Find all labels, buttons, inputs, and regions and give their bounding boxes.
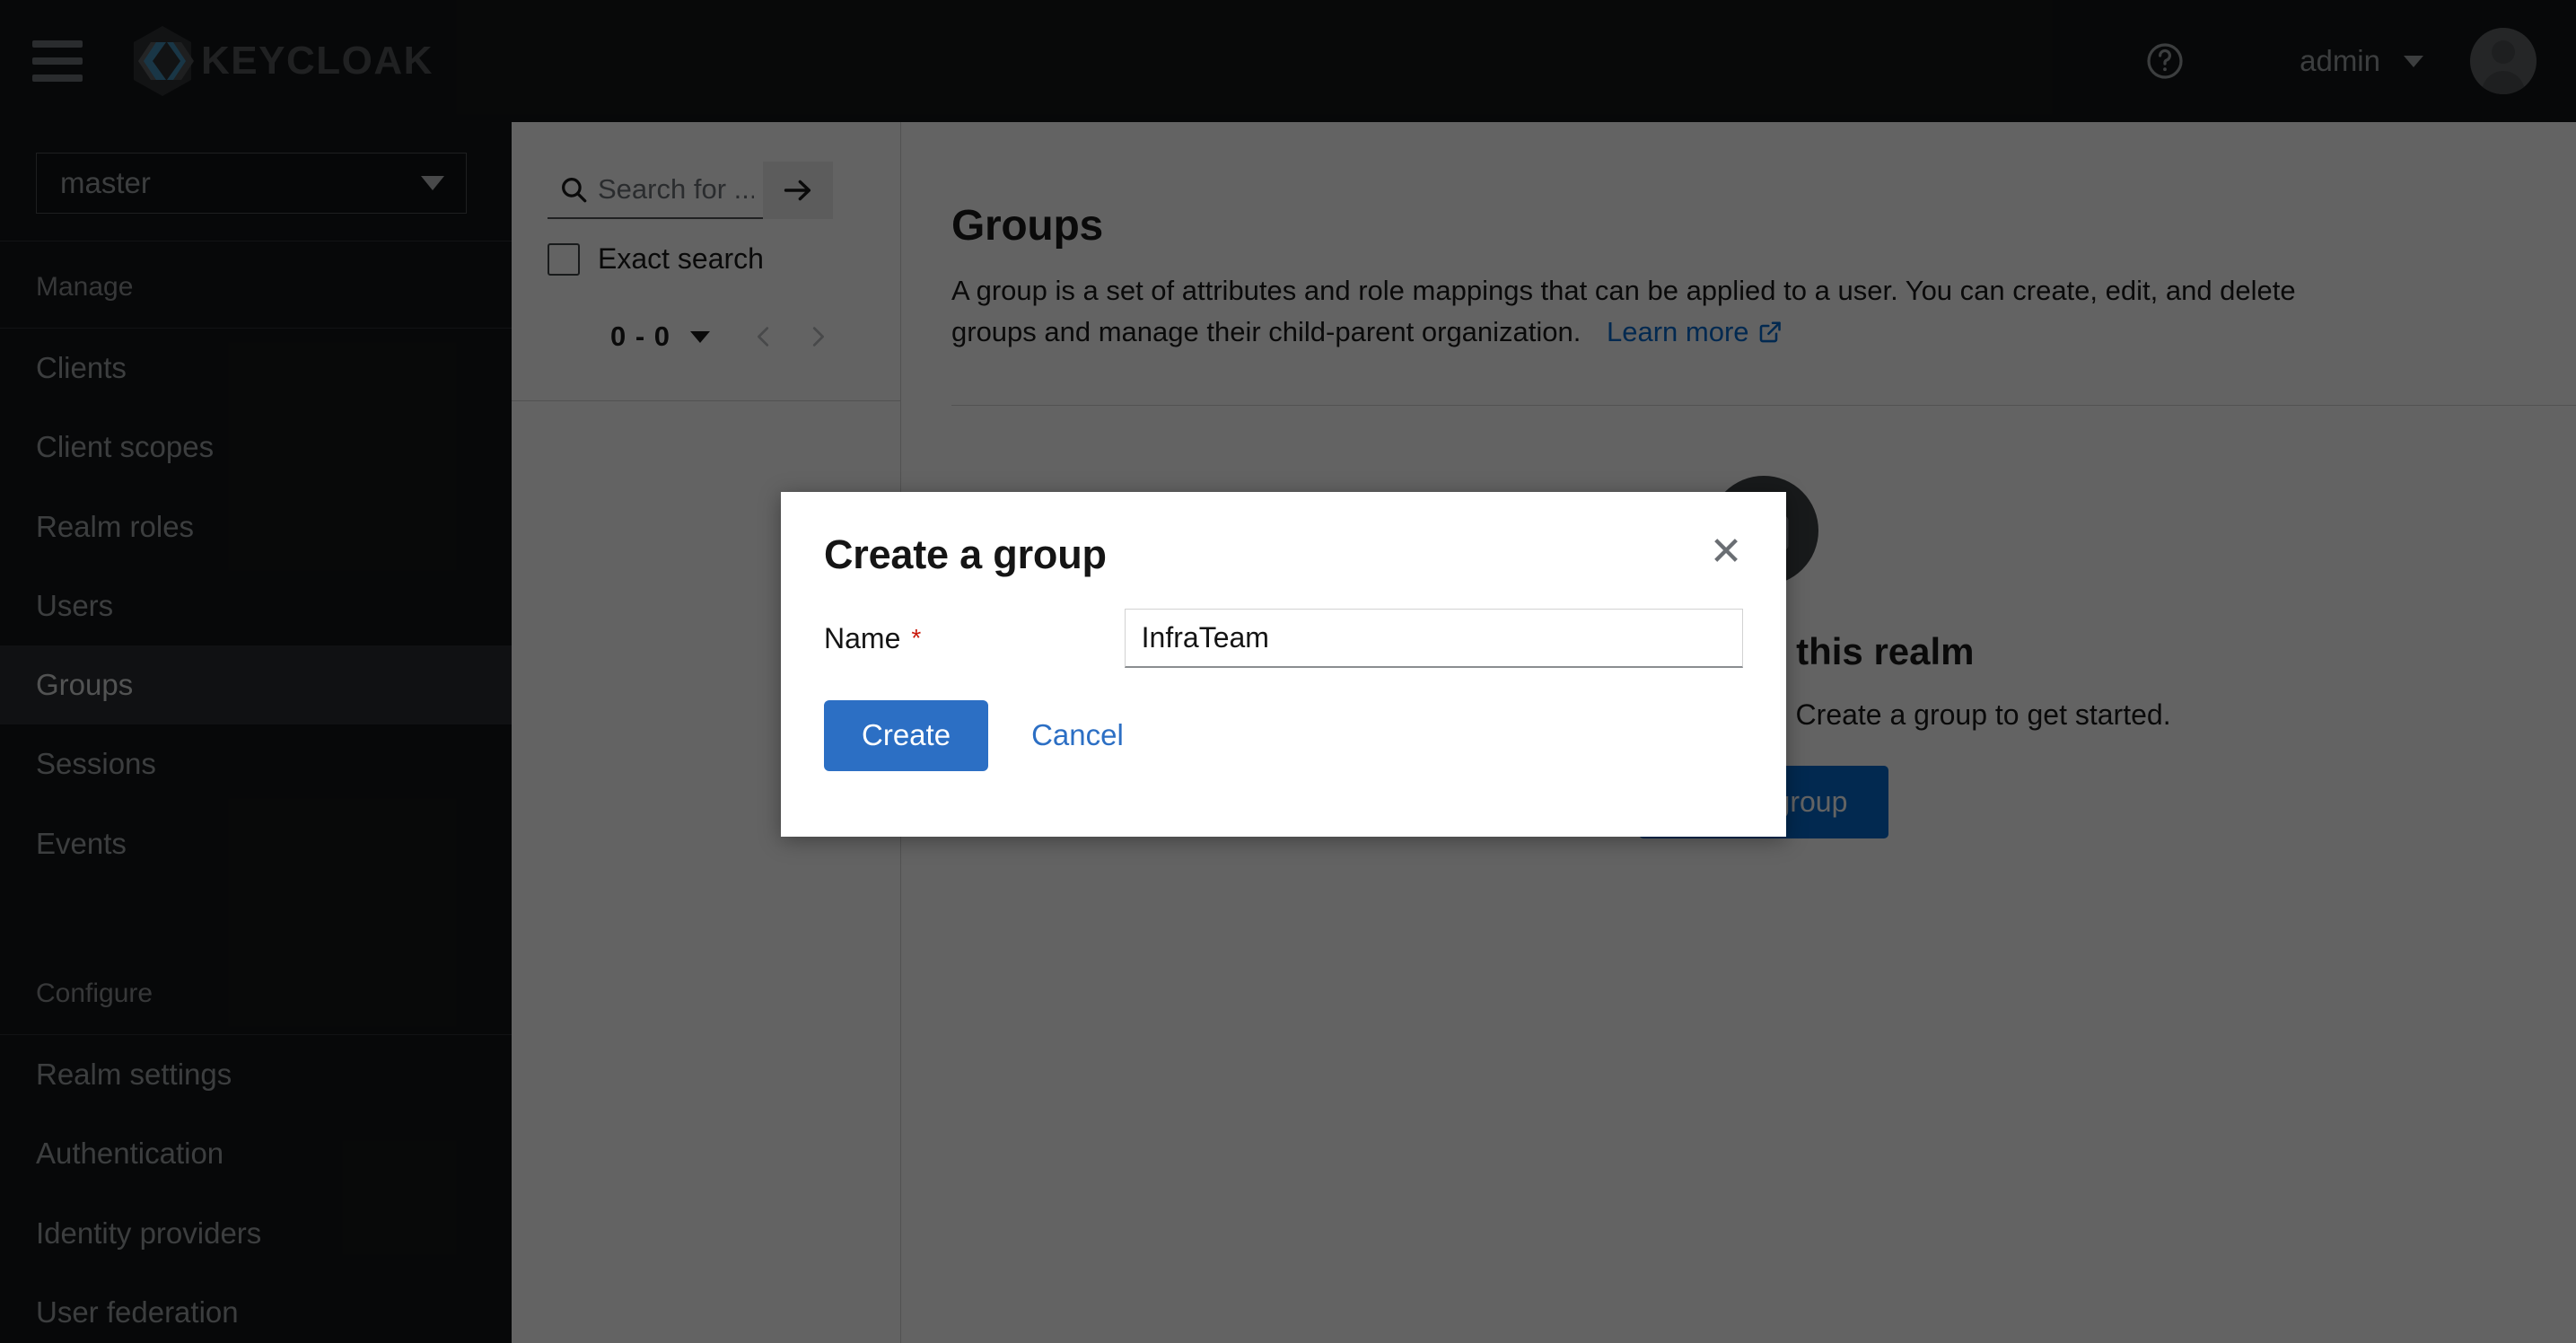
create-group-modal: Create a group ✕ Name * Create Cancel [781, 492, 1786, 837]
name-label-text: Name [824, 621, 901, 654]
name-field-label: Name * [824, 622, 1125, 655]
required-asterisk: * [911, 624, 922, 652]
create-button[interactable]: Create [824, 700, 989, 771]
keycloak-admin-console: KEYCLOAK admin master [0, 0, 2576, 1343]
modal-title: Create a group [824, 531, 1107, 577]
modal-actions: Create Cancel [781, 668, 1786, 771]
close-icon[interactable]: ✕ [1700, 526, 1752, 578]
cancel-button[interactable]: Cancel [1008, 700, 1147, 771]
group-name-input[interactable] [1124, 609, 1743, 668]
modal-header: Create a group ✕ [781, 492, 1786, 578]
modal-form: Name * [781, 578, 1786, 668]
